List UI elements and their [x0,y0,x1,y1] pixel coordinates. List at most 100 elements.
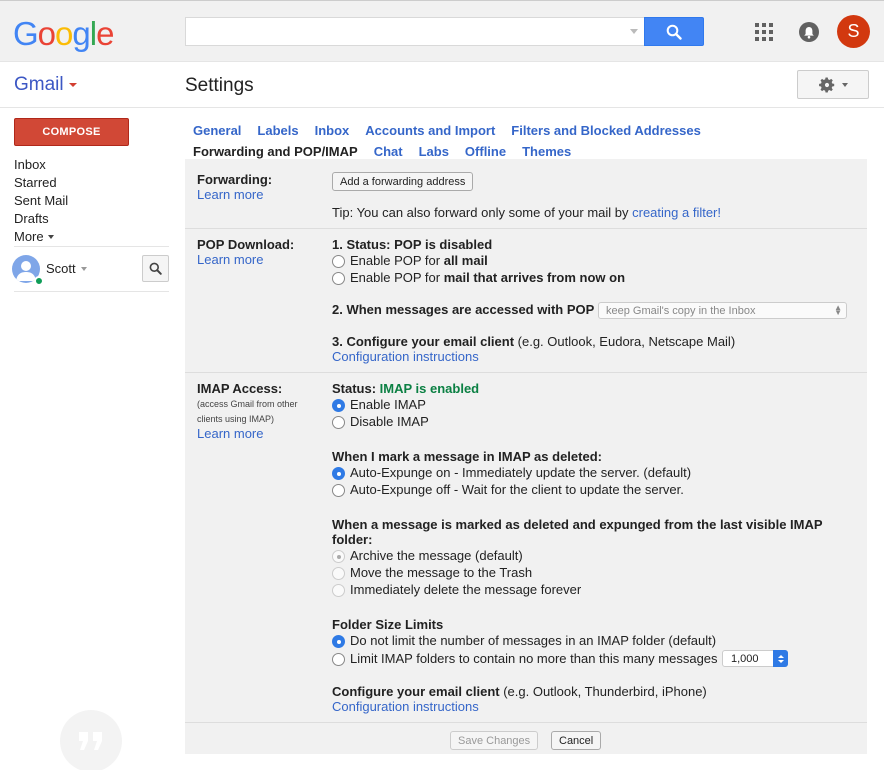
account-avatar[interactable]: S [837,15,870,48]
cancel-button[interactable]: Cancel [551,731,602,750]
people-search-button[interactable] [142,255,169,282]
radio-button[interactable] [332,484,345,497]
expunge-on-option[interactable]: Auto-Expunge on - Immediately update the… [332,464,691,481]
search-icon [149,262,162,275]
imap-expunged-heading: When a message is marked as deleted and … [332,517,823,532]
pop-access-heading: 2. When messages are accessed with POP [332,302,595,317]
tab-themes[interactable]: Themes [522,144,571,159]
online-status-indicator [34,276,44,286]
search-button[interactable] [644,17,704,46]
logo-letter: g [72,15,90,52]
folder-limit-value: 1,000 [731,652,759,665]
tab-labels[interactable]: Labels [257,123,298,138]
imap-expunged-heading-cont: folder: [332,532,373,547]
tab-offline[interactable]: Offline [465,144,506,159]
archive-message-option[interactable]: Archive the message (default) [332,547,523,564]
pop-enable-now-option[interactable]: Enable POP for mail that arrives from no… [332,269,625,286]
sidebar-item-more-label: More [14,229,44,244]
save-changes-button[interactable]: Save Changes [450,731,539,750]
tab-general[interactable]: General [193,123,241,138]
radio-button[interactable] [332,584,345,597]
pop-config-instructions-link[interactable]: Configuration instructions [332,349,479,364]
settings-footer: Save Changes Cancel [185,722,867,754]
search-box[interactable] [185,17,644,46]
search-options-caret-icon[interactable] [630,29,638,34]
imap-enable-option[interactable]: Enable IMAP [332,396,426,413]
user-name[interactable]: Scott [46,261,76,276]
folder-limit-option[interactable]: Limit IMAP folders to contain no more th… [332,650,718,667]
tab-accounts-and-import[interactable]: Accounts and Import [365,123,495,138]
forwarding-tip: Tip: You can also forward only some of y… [332,205,721,220]
sidebar-item-drafts[interactable]: Drafts [14,210,68,228]
radio-button[interactable] [332,550,345,563]
imap-disable-option[interactable]: Disable IMAP [332,413,429,430]
search-input[interactable] [186,18,644,45]
sidebar-item-starred[interactable]: Starred [14,174,68,192]
logo-letter: e [96,15,114,52]
folder-limit-select[interactable]: 1,000 [722,650,788,667]
select-spinner-icon [773,650,788,667]
tab-chat[interactable]: Chat [374,144,403,159]
apps-grid-icon[interactable] [755,23,773,41]
imap-access-label: IMAP Access: [197,381,283,396]
move-to-trash-label: Move the message to the Trash [350,565,533,580]
sidebar-divider [14,291,169,292]
radio-button[interactable] [332,653,345,666]
expunge-off-option[interactable]: Auto-Expunge off - Wait for the client t… [332,481,684,498]
folder-limit-label: Limit IMAP folders to contain no more th… [350,651,718,666]
gmail-menu-caret-icon[interactable] [69,83,77,87]
forwarding-learn-more-link[interactable]: Learn more [197,187,263,202]
pop-access-select[interactable]: keep Gmail's copy in the Inbox ▲ ▼ [598,302,847,319]
expunge-off-label: Auto-Expunge off - Wait for the client t… [350,482,684,497]
page-title: Settings [185,75,254,96]
hangouts-user-row: Scott [12,254,170,286]
hangouts-quote-icon[interactable] [60,710,122,770]
radio-button[interactable] [332,567,345,580]
gear-icon [819,76,835,93]
expunge-on-label: Auto-Expunge on - Immediately update the… [350,465,692,480]
no-folder-limit-option[interactable]: Do not limit the number of messages in a… [332,632,716,649]
tab-forwarding-and-pop-imap[interactable]: Forwarding and POP/IMAP [193,144,358,159]
imap-learn-more-link[interactable]: Learn more [197,426,263,441]
pop-enable-all-option[interactable]: Enable POP for all mail [332,252,488,269]
radio-button[interactable] [332,416,345,429]
search-icon [666,24,682,40]
sidebar-item-inbox[interactable]: Inbox [14,156,68,174]
radio-button[interactable] [332,467,345,480]
radio-button[interactable] [332,255,345,268]
pop-download-section: POP Download: Learn more 1. Status: POP … [185,229,867,373]
sidebar-nav: Inbox Starred Sent Mail Drafts More [14,156,68,246]
imap-config-instructions-link[interactable]: Configuration instructions [332,699,479,714]
radio-button[interactable] [332,272,345,285]
settings-panel: Forwarding: Learn more Add a forwarding … [185,159,867,754]
google-logo[interactable]: Google [13,15,114,53]
archive-message-label: Archive the message (default) [350,548,523,563]
logo-letter: o [55,15,73,52]
creating-filter-link[interactable]: creating a filter! [632,205,721,220]
tab-inbox[interactable]: Inbox [315,123,350,138]
tab-labs[interactable]: Labs [419,144,449,159]
folder-size-heading: Folder Size Limits [332,617,444,632]
settings-gear-button[interactable] [797,70,869,99]
delete-forever-label: Immediately delete the message forever [350,582,582,597]
pop-learn-more-link[interactable]: Learn more [197,252,263,267]
radio-button[interactable] [332,399,345,412]
compose-button[interactable]: COMPOSE [14,118,129,146]
logo-letter: G [13,15,39,52]
sidebar-item-more[interactable]: More [14,228,68,246]
delete-forever-option[interactable]: Immediately delete the message forever [332,581,581,598]
imap-disable-label: Disable IMAP [350,414,429,429]
chevron-down-icon [842,82,848,87]
chevron-down-icon[interactable] [81,267,87,271]
bell-icon[interactable] [799,22,819,42]
select-arrows-icon: ▲ ▼ [834,303,842,317]
sidebar-divider [14,246,169,247]
header-divider [0,107,884,108]
gmail-menu-label[interactable]: Gmail [14,74,64,96]
tab-filters-and-blocked-addresses[interactable]: Filters and Blocked Addresses [511,123,701,138]
add-forwarding-address-button[interactable]: Add a forwarding address [332,172,474,191]
move-to-trash-option[interactable]: Move the message to the Trash [332,564,532,581]
radio-button[interactable] [332,635,345,648]
sidebar-item-sent-mail[interactable]: Sent Mail [14,192,68,210]
imap-access-description: (access Gmail from other clients using I… [197,399,298,424]
